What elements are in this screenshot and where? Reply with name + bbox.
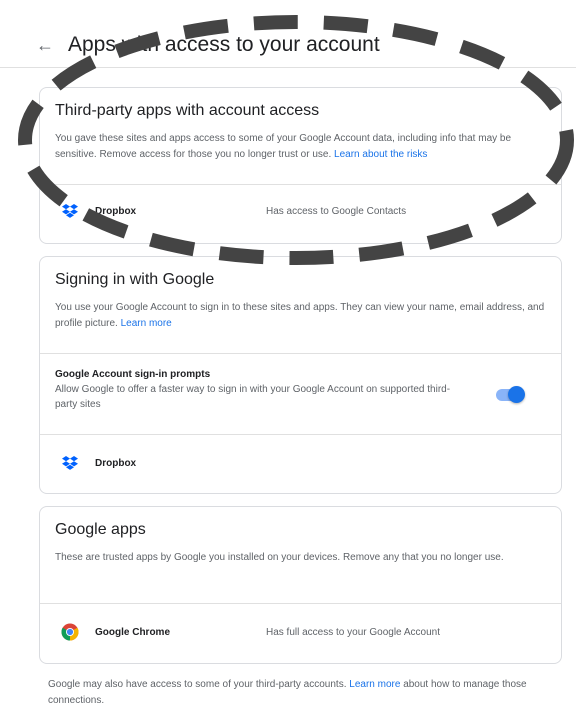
- sign-in-prompts-row: Google Account sign-in prompts Allow Goo…: [40, 353, 561, 434]
- sign-in-prompts-text: Google Account sign-in prompts Allow Goo…: [55, 368, 455, 412]
- sign-in-prompts-toggle[interactable]: [496, 386, 525, 403]
- chrome-icon: [60, 622, 80, 642]
- app-name: Dropbox: [95, 206, 137, 217]
- app-name: Dropbox: [95, 458, 137, 469]
- app-name: Google Chrome: [95, 627, 171, 638]
- sign-in-prompts-description: Allow Google to offer a faster way to si…: [55, 384, 451, 410]
- signing-in-card: Signing in with Google You use your Goog…: [39, 256, 562, 494]
- signing-in-title: Signing in with Google: [55, 271, 215, 288]
- third-party-apps-title: Third-party apps with account access: [55, 102, 320, 119]
- third-party-apps-description: You gave these sites and apps access to …: [55, 131, 546, 163]
- third-party-apps-description-text: You gave these sites and apps access to …: [55, 133, 512, 160]
- google-apps-title: Google apps: [55, 521, 146, 538]
- signing-in-header: Signing in with Google You use your Goog…: [40, 257, 561, 353]
- app-access: Has access to Google Contacts: [266, 206, 407, 217]
- footer-learn-more-link[interactable]: Learn more: [349, 679, 400, 690]
- signing-in-learn-more-link[interactable]: Learn more: [121, 318, 172, 329]
- sign-in-prompts-title: Google Account sign-in prompts: [55, 369, 211, 380]
- page-title: Apps with access to your account: [68, 33, 380, 56]
- dropbox-icon: [60, 201, 80, 221]
- toggle-knob: [508, 386, 525, 403]
- google-apps-header: Google apps These are trusted apps by Go…: [40, 507, 561, 603]
- third-party-apps-header: Third-party apps with account access You…: [40, 88, 561, 184]
- page-header: ← Apps with access to your account: [0, 0, 576, 68]
- signin-app-row-dropbox[interactable]: Dropbox: [40, 434, 561, 493]
- app-row-dropbox[interactable]: Dropbox Has access to Google Contacts: [40, 184, 561, 243]
- third-party-apps-card: Third-party apps with account access You…: [39, 87, 562, 244]
- app-row-google-chrome[interactable]: Google Chrome Has full access to your Go…: [40, 603, 561, 663]
- google-apps-card: Google apps These are trusted apps by Go…: [39, 506, 562, 664]
- back-arrow-icon[interactable]: ←: [34, 34, 56, 56]
- signing-in-description: You use your Google Account to sign in t…: [55, 300, 546, 332]
- footer-text: Google may also have access to some of y…: [48, 679, 347, 690]
- dropbox-icon: [60, 453, 80, 473]
- footer-note: Google may also have access to some of y…: [48, 677, 538, 709]
- app-access: Has full access to your Google Account: [266, 627, 440, 638]
- google-apps-description: These are trusted apps by Google you ins…: [55, 552, 504, 563]
- learn-about-risks-link[interactable]: Learn about the risks: [334, 149, 427, 160]
